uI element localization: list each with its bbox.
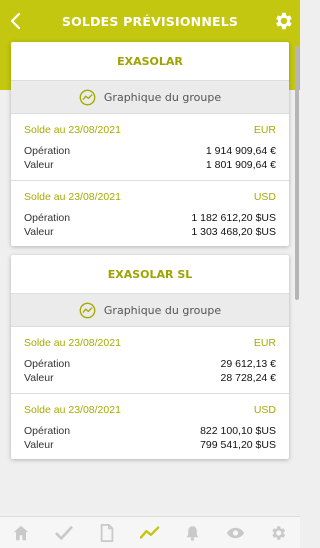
- balance-block: Solde au 23/08/2021 USD Opération 1 182 …: [11, 180, 289, 246]
- chart-trend-icon: [79, 89, 96, 105]
- chevron-left-icon: [10, 12, 21, 30]
- valeur-label: Valeur: [24, 159, 54, 171]
- operation-value: 1 182 612,20 $US: [191, 212, 276, 224]
- valeur-value: 28 728,24 €: [220, 372, 276, 384]
- document-icon: [100, 523, 114, 542]
- operation-label: Opération: [24, 358, 71, 370]
- bell-icon: [186, 525, 199, 541]
- nav-bell-button[interactable]: [181, 521, 205, 545]
- balance-currency: EUR: [253, 124, 276, 136]
- nav-trend-button[interactable]: [138, 521, 162, 545]
- chart-trend-icon: [79, 302, 96, 318]
- balance-date: Solde au 23/08/2021: [24, 337, 121, 349]
- balance-block: Solde au 23/08/2021 EUR Opération 1 914 …: [11, 114, 289, 180]
- back-button[interactable]: [4, 9, 26, 33]
- balance-date: Solde au 23/08/2021: [24, 191, 121, 203]
- balance-currency: USD: [253, 404, 276, 416]
- balance-date: Solde au 23/08/2021: [24, 404, 121, 416]
- group-card: EXASOLAR SL Graphique du groupe Solde au…: [11, 255, 289, 459]
- balance-currency: USD: [253, 191, 276, 203]
- nav-document-button[interactable]: [95, 521, 119, 545]
- group-card: EXASOLAR Graphique du groupe Solde au 23…: [11, 42, 289, 246]
- group-chart-label: Graphique du groupe: [103, 303, 222, 317]
- gear-icon: [276, 12, 292, 30]
- group-chart-label: Graphique du groupe: [103, 90, 222, 104]
- balance-block: Solde au 23/08/2021 USD Opération 822 10…: [11, 393, 289, 459]
- operation-value: 822 100,10 $US: [200, 425, 276, 437]
- gear-icon: [272, 525, 286, 540]
- home-icon: [14, 525, 29, 540]
- operation-value: 29 612,13 €: [220, 358, 276, 370]
- group-chart-button[interactable]: Graphique du groupe: [11, 80, 289, 114]
- group-title: EXASOLAR: [117, 54, 183, 68]
- valeur-value: 1 801 909,64 €: [205, 159, 276, 171]
- check-icon: [55, 525, 73, 540]
- operation-label: Opération: [24, 212, 71, 224]
- valeur-value: 1 303 468,20 $US: [191, 226, 276, 238]
- nav-check-button[interactable]: [52, 521, 76, 545]
- valeur-label: Valeur: [24, 439, 54, 451]
- valeur-label: Valeur: [24, 372, 54, 384]
- operation-label: Opération: [24, 145, 71, 157]
- bottom-nav: [0, 516, 300, 548]
- nav-home-button[interactable]: [9, 521, 33, 545]
- eye-icon: [227, 527, 245, 538]
- operation-label: Opération: [24, 425, 71, 437]
- trend-icon: [139, 525, 160, 539]
- page-title: SOLDES PRÉVISIONNELS: [61, 13, 239, 29]
- app-header: SOLDES PRÉVISIONNELS: [0, 0, 300, 42]
- balance-block: Solde au 23/08/2021 EUR Opération 29 612…: [11, 327, 289, 393]
- nav-eye-button[interactable]: [224, 521, 248, 545]
- balance-currency: EUR: [253, 337, 276, 349]
- valeur-value: 799 541,20 $US: [200, 439, 276, 451]
- group-title: EXASOLAR SL: [107, 267, 193, 281]
- operation-value: 1 914 909,64 €: [205, 145, 276, 157]
- settings-button[interactable]: [272, 10, 294, 32]
- group-chart-button[interactable]: Graphique du groupe: [11, 293, 289, 327]
- balance-date: Solde au 23/08/2021: [24, 124, 121, 136]
- valeur-label: Valeur: [24, 226, 54, 238]
- nav-settings-button[interactable]: [266, 521, 290, 545]
- scrollbar[interactable]: [295, 46, 299, 300]
